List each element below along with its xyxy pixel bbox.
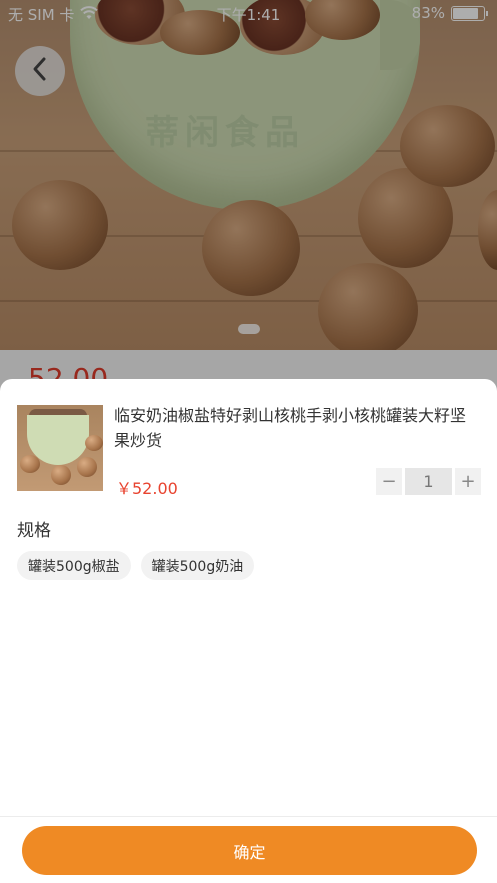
thumb-walnut	[51, 465, 71, 485]
spec-options: 罐装500g椒盐 罐装500g奶油	[17, 551, 255, 580]
spec-option-cream[interactable]: 罐装500g奶油	[140, 551, 255, 580]
product-price: ￥52.00	[116, 479, 178, 498]
thumb-walnut	[20, 455, 40, 473]
divider	[0, 816, 497, 817]
screen: 蒂闲食品 无 SIM 卡 下午1:41 83% 临安奶油椒盐特好剥山核桃手剥小核…	[0, 0, 497, 883]
sku-bottom-sheet: 临安奶油椒盐特好剥山核桃手剥小核桃罐装大籽坚果炒货 ￥52.00 − 1 + 规…	[0, 379, 497, 883]
decrement-button[interactable]: −	[376, 468, 402, 495]
increment-button[interactable]: +	[455, 468, 481, 495]
product-title: 临安奶油椒盐特好剥山核桃手剥小核桃罐装大籽坚果炒货	[114, 406, 467, 450]
thumb-walnut	[85, 435, 103, 451]
spec-option-salt[interactable]: 罐装500g椒盐	[17, 551, 131, 580]
product-thumbnail	[17, 405, 103, 491]
quantity-stepper: − 1 +	[376, 468, 481, 495]
confirm-button[interactable]: 确定	[22, 826, 477, 875]
quantity-input[interactable]: 1	[405, 468, 452, 495]
spec-label: 规格	[17, 521, 51, 541]
thumb-walnut	[77, 457, 97, 477]
